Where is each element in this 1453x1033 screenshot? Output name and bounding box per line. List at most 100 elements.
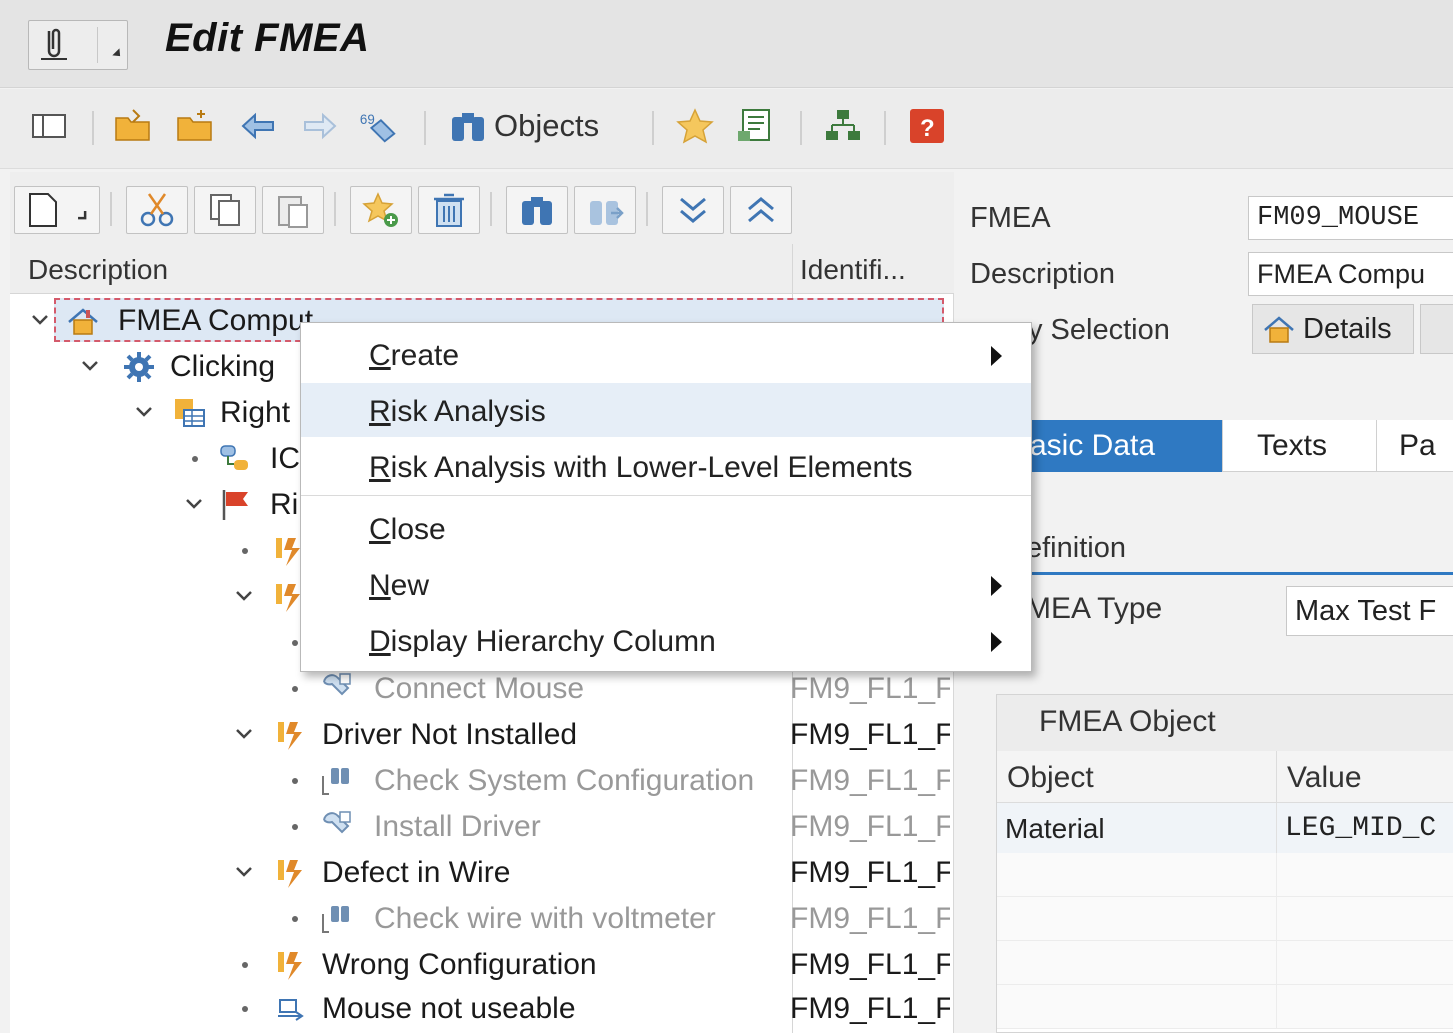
menu-item-text: isplay Hierarchy Column [390, 625, 716, 658]
menu-accelerator: N [369, 569, 391, 602]
submenu-arrow-icon [991, 576, 1002, 596]
empty-cell [997, 897, 1277, 941]
divider [800, 111, 802, 145]
help-icon[interactable]: ? [906, 105, 948, 147]
paperclip-icon [41, 28, 67, 60]
divider [97, 27, 98, 63]
tree-row-defect-in-wire[interactable]: Defect in Wire FM9_FL1_F [10, 852, 954, 896]
menu-item-text: reate [390, 339, 460, 372]
collapse-all-icon [748, 197, 774, 223]
menu-item-close[interactable]: Close [301, 501, 1031, 555]
tree-row-wrong-configuration[interactable]: Wrong Configuration FM9_FL1_F [10, 944, 954, 988]
chevron-down-icon[interactable] [234, 586, 254, 606]
collapse-all-button[interactable] [730, 186, 792, 234]
chevron-down-icon[interactable] [234, 724, 254, 744]
tree-column-header: Description Identifi... [10, 244, 954, 294]
other-view-button[interactable] [1420, 304, 1453, 354]
forward-arrow-icon[interactable] [298, 105, 340, 147]
tree-row-install-driver[interactable]: Install Driver FM9_FL1_F [10, 806, 954, 850]
tree-row-connect-mouse[interactable]: Connect Mouse FM9_FL1_F [10, 668, 954, 712]
menu-item-new[interactable]: New [301, 557, 1031, 611]
object-column-header[interactable]: Object [997, 751, 1277, 803]
description-column-header[interactable]: Description [28, 254, 168, 286]
page-title: Edit FMEA [165, 16, 370, 60]
effect-icon [278, 999, 304, 1021]
empty-cell [1277, 985, 1453, 1029]
add-favorite-button[interactable] [350, 186, 412, 234]
submenu-arrow-icon [991, 346, 1002, 366]
menu-item-risk-analysis-lower-level[interactable]: Risk Analysis with Lower-Level Elements [301, 439, 1031, 493]
empty-cell [997, 985, 1277, 1029]
tree-row-check-system-config[interactable]: Check System Configuration FM9_FL1_F [10, 760, 954, 804]
chevron-down-icon[interactable] [30, 310, 50, 330]
leaf-bullet [292, 824, 298, 830]
detail-tabs: asic Data Texts Pa [1018, 420, 1453, 472]
tree-label: Right [220, 396, 291, 429]
copy-button[interactable] [194, 186, 256, 234]
paste-button[interactable] [262, 186, 324, 234]
tree-label: Install Driver [374, 810, 541, 843]
tree-toolbar [10, 172, 954, 244]
svg-text:?: ? [920, 115, 935, 142]
description-field[interactable]: FMEA Compu [1248, 252, 1453, 296]
fmea-type-field[interactable]: Max Test F [1286, 586, 1453, 636]
chevron-down-icon[interactable] [184, 494, 204, 514]
identifier-column-header[interactable]: Identifi... [800, 254, 906, 286]
fmea-house-icon [68, 308, 98, 335]
favorite-star-icon[interactable] [674, 105, 716, 147]
menu-item-display-hierarchy-column[interactable]: Display Hierarchy Column [301, 613, 1031, 667]
object-cell[interactable]: Material [997, 803, 1277, 853]
tab-basic-data[interactable]: asic Data [1018, 420, 1222, 472]
tab-partners[interactable]: Pa [1376, 420, 1453, 472]
empty-cell [997, 853, 1277, 897]
print-list-icon[interactable] [734, 105, 776, 147]
cut-button[interactable] [126, 186, 188, 234]
panel-toggle-icon[interactable] [28, 105, 70, 147]
value-cell[interactable]: LEG_MID_C [1277, 803, 1453, 853]
chevron-down-icon[interactable] [234, 862, 254, 882]
failure-bolt-icon [278, 952, 302, 980]
menu-accelerator: D [369, 625, 391, 658]
tab-texts[interactable]: Texts [1222, 420, 1376, 472]
menu-item-risk-analysis[interactable]: Risk Analysis [301, 383, 1031, 437]
menu-item-create[interactable]: Create [301, 327, 1031, 381]
empty-cell [997, 941, 1277, 985]
fmea-id-field[interactable]: FM09_MOUSE [1248, 196, 1453, 240]
value-column-header[interactable]: Value [1277, 751, 1453, 803]
tree-row-mouse-not-useable[interactable]: Mouse not useable FM9_FL1_F [10, 988, 954, 1032]
services-for-object-button[interactable] [28, 20, 128, 70]
divider [92, 111, 94, 145]
empty-cell [1277, 897, 1453, 941]
delete-button[interactable] [418, 186, 480, 234]
folder-icon[interactable] [174, 105, 216, 147]
title-bar: Edit FMEA [0, 0, 1453, 88]
leaf-bullet [242, 1006, 248, 1012]
tree-row-check-wire[interactable]: Check wire with voltmeter FM9_FL1_F [10, 898, 954, 942]
tree-identifier: FM9_FL1_F [790, 810, 950, 843]
find-button[interactable] [506, 186, 568, 234]
tree-label: FMEA Comput [118, 304, 314, 337]
tree-row-driver-not-installed[interactable]: Driver Not Installed FM9_FL1_F [10, 714, 954, 758]
tree-label: Driver Not Installed [322, 718, 578, 751]
copy-icon [210, 194, 240, 226]
find-next-button[interactable] [574, 186, 636, 234]
new-document-icon [29, 193, 87, 227]
hierarchy-icon[interactable] [822, 105, 864, 147]
chevron-down-icon[interactable] [134, 402, 154, 422]
selection-label: y Selection [1028, 314, 1170, 346]
chevron-down-icon[interactable] [80, 356, 100, 376]
divider [110, 192, 112, 226]
new-document-button[interactable] [14, 186, 100, 234]
details-button[interactable]: Details [1252, 304, 1414, 354]
empty-cell [1277, 853, 1453, 897]
tree-identifier: FM9_FL1_F [790, 718, 950, 751]
open-folder-icon[interactable] [112, 105, 154, 147]
other-object-icon[interactable]: 69 [358, 105, 400, 147]
divider [424, 111, 426, 145]
expand-all-button[interactable] [662, 186, 724, 234]
back-arrow-icon[interactable] [238, 105, 280, 147]
menu-separator [301, 495, 1031, 496]
section-underline [1018, 572, 1453, 575]
flag-icon [222, 490, 248, 520]
objects-button[interactable]: Objects [448, 105, 599, 147]
